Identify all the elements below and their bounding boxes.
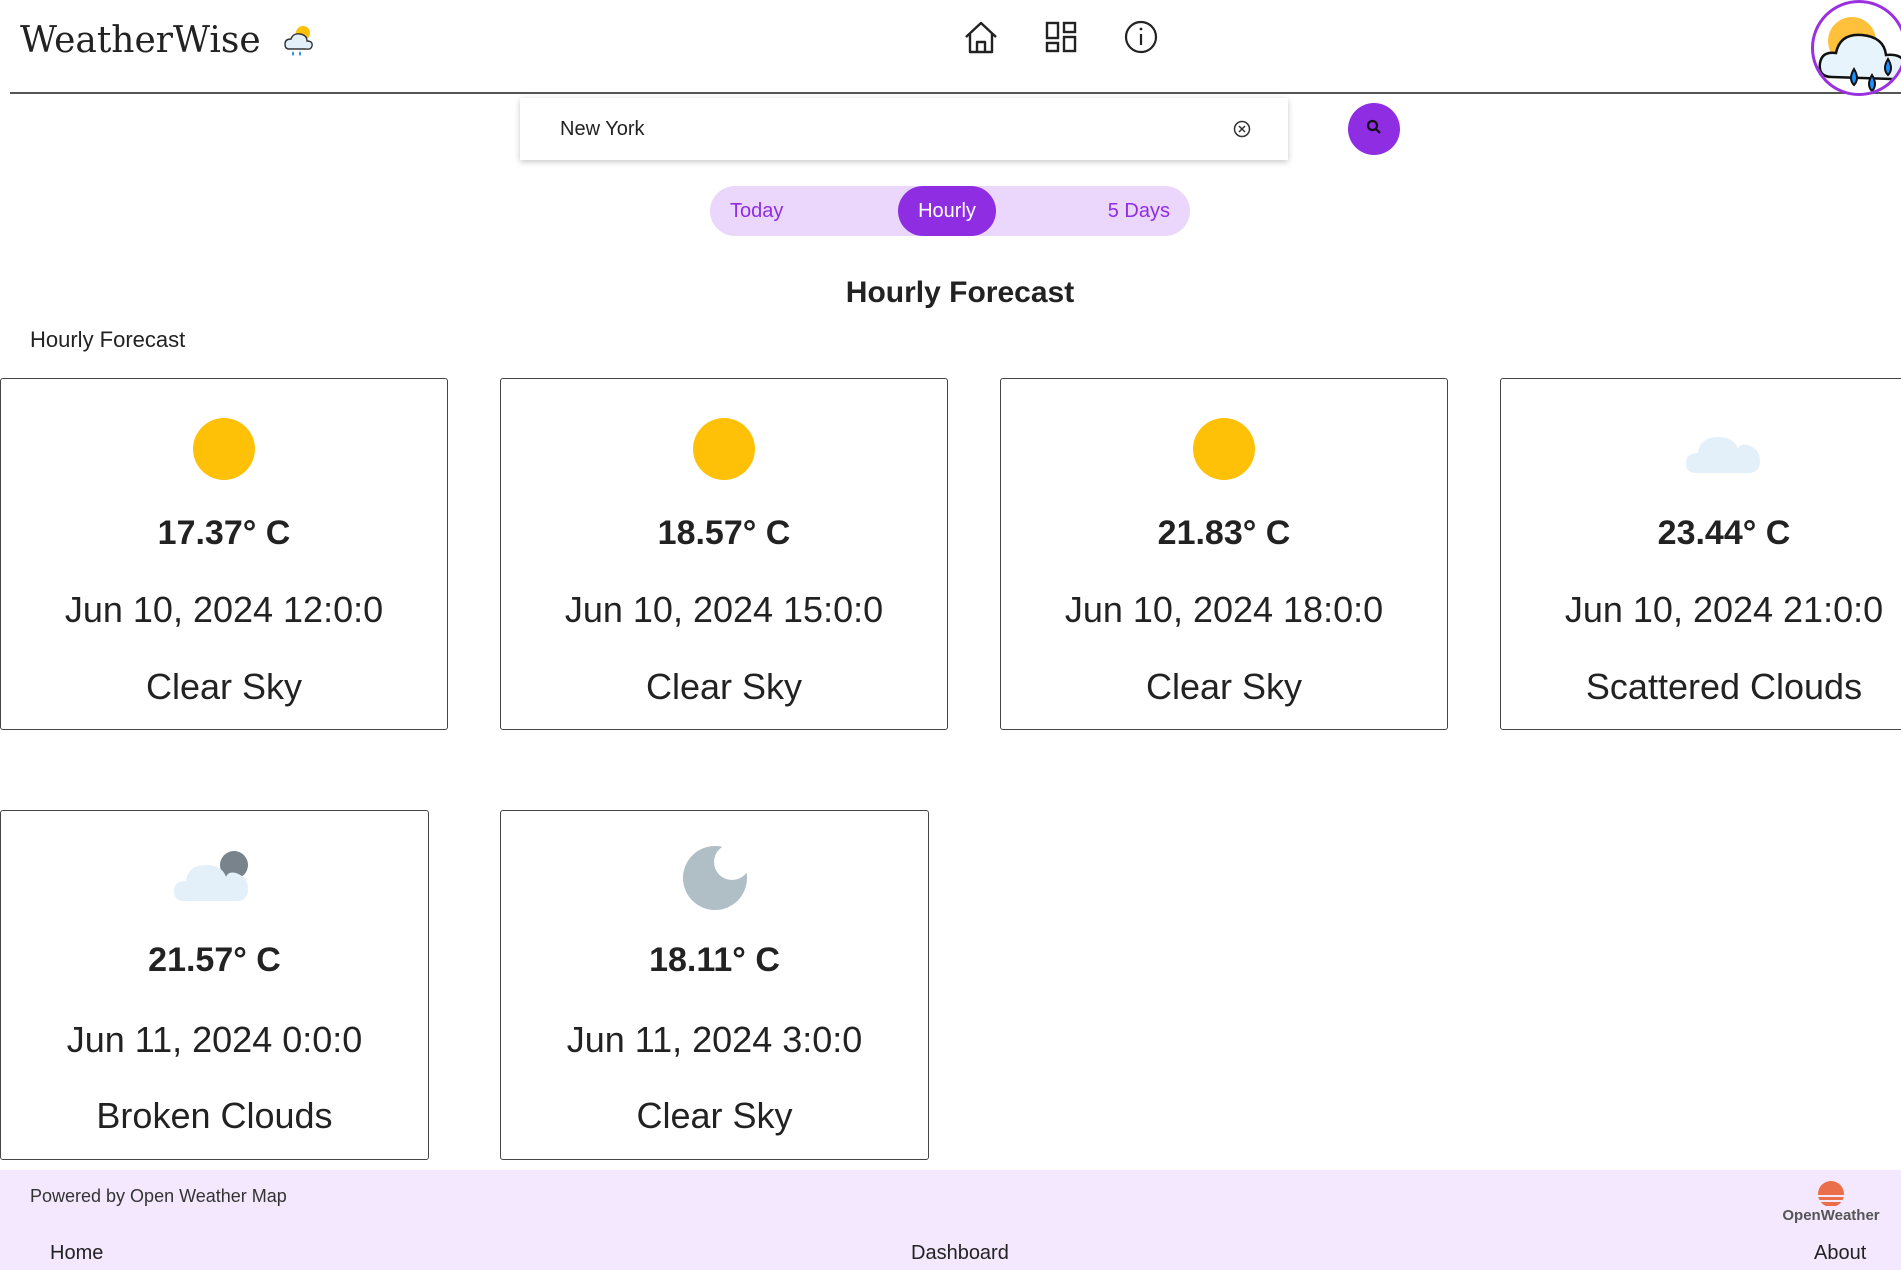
search-input[interactable] bbox=[560, 117, 1232, 141]
card-datetime: Jun 11, 2024 3:0:0 bbox=[566, 1019, 863, 1060]
card-datetime: Jun 10, 2024 21:0:0 bbox=[1564, 589, 1884, 630]
powered-by-text: Powered by Open Weather Map bbox=[30, 1186, 287, 1206]
tab-5-days[interactable]: 5 Days bbox=[1108, 186, 1170, 236]
forecast-card: 18.57° C Jun 10, 2024 15:0:0 Clear Sky bbox=[500, 378, 948, 730]
app-header: WeatherWise bbox=[10, 0, 1901, 96]
card-temperature: 18.57° C bbox=[657, 514, 791, 552]
card-temperature: 23.44° C bbox=[1657, 514, 1791, 552]
forecast-card: 21.57° C Jun 11, 2024 0:0:0 Broken Cloud… bbox=[0, 810, 429, 1160]
card-description: Broken Clouds bbox=[96, 1095, 333, 1136]
section-subtitle: Hourly Forecast bbox=[30, 327, 186, 352]
cloud-icon bbox=[1684, 417, 1764, 487]
forecast-tabs: Today Hourly 5 Days bbox=[710, 186, 1190, 236]
footer-link-home[interactable]: Home bbox=[50, 1242, 103, 1265]
card-description: Scattered Clouds bbox=[1585, 666, 1863, 707]
card-datetime: Jun 10, 2024 18:0:0 bbox=[1064, 589, 1384, 630]
avatar[interactable] bbox=[1811, 0, 1901, 96]
search-button[interactable] bbox=[1348, 103, 1400, 155]
clear-icon[interactable] bbox=[1232, 119, 1252, 139]
card-temperature: 21.83° C bbox=[1157, 514, 1291, 552]
app-title: WeatherWise bbox=[20, 20, 261, 61]
page-title: Hourly Forecast bbox=[845, 276, 1075, 309]
nav-icons bbox=[960, 16, 1162, 58]
home-icon[interactable] bbox=[960, 16, 1002, 58]
card-datetime: Jun 10, 2024 12:0:0 bbox=[64, 589, 384, 630]
footer-link-dashboard[interactable]: Dashboard bbox=[911, 1242, 1009, 1265]
card-description: Clear Sky bbox=[636, 1095, 793, 1136]
openweather-logo-text: OpenWeather bbox=[1782, 1207, 1880, 1224]
card-description: Clear Sky bbox=[1145, 666, 1303, 707]
sun-icon bbox=[692, 417, 756, 487]
tab-today[interactable]: Today bbox=[730, 186, 783, 236]
info-icon[interactable] bbox=[1120, 16, 1162, 58]
search-icon bbox=[1366, 119, 1382, 140]
card-datetime: Jun 10, 2024 15:0:0 bbox=[564, 589, 884, 630]
card-temperature: 18.11° C bbox=[649, 941, 780, 979]
forecast-card: 18.11° C Jun 11, 2024 3:0:0 Clear Sky bbox=[500, 810, 929, 1160]
card-datetime: Jun 11, 2024 0:0:0 bbox=[66, 1019, 363, 1060]
brand[interactable]: WeatherWise bbox=[20, 20, 317, 61]
card-description: Clear Sky bbox=[645, 666, 803, 707]
card-description: Clear Sky bbox=[145, 666, 303, 707]
dashboard-icon[interactable] bbox=[1040, 16, 1082, 58]
card-temperature: 21.57° C bbox=[148, 941, 281, 979]
search-box bbox=[520, 98, 1288, 160]
sun-icon bbox=[1192, 417, 1256, 487]
card-temperature: 17.37° C bbox=[157, 514, 291, 552]
weather-logo-icon bbox=[281, 23, 317, 59]
tab-hourly[interactable]: Hourly bbox=[898, 186, 996, 236]
moon-icon bbox=[682, 844, 750, 915]
footer-link-about[interactable]: About bbox=[1814, 1242, 1866, 1265]
forecast-card: 17.37° C Jun 10, 2024 12:0:0 Clear Sky bbox=[0, 378, 448, 730]
sun-icon bbox=[192, 417, 256, 487]
broken-clouds-icon bbox=[173, 845, 256, 915]
footer: Powered by Open Weather Map OpenWeather … bbox=[0, 1170, 1901, 1270]
openweather-logo[interactable]: OpenWeather bbox=[1771, 1178, 1891, 1228]
forecast-card: 23.44° C Jun 10, 2024 21:0:0 Scattered C… bbox=[1500, 378, 1901, 730]
forecast-card: 21.83° C Jun 10, 2024 18:0:0 Clear Sky bbox=[1000, 378, 1448, 730]
